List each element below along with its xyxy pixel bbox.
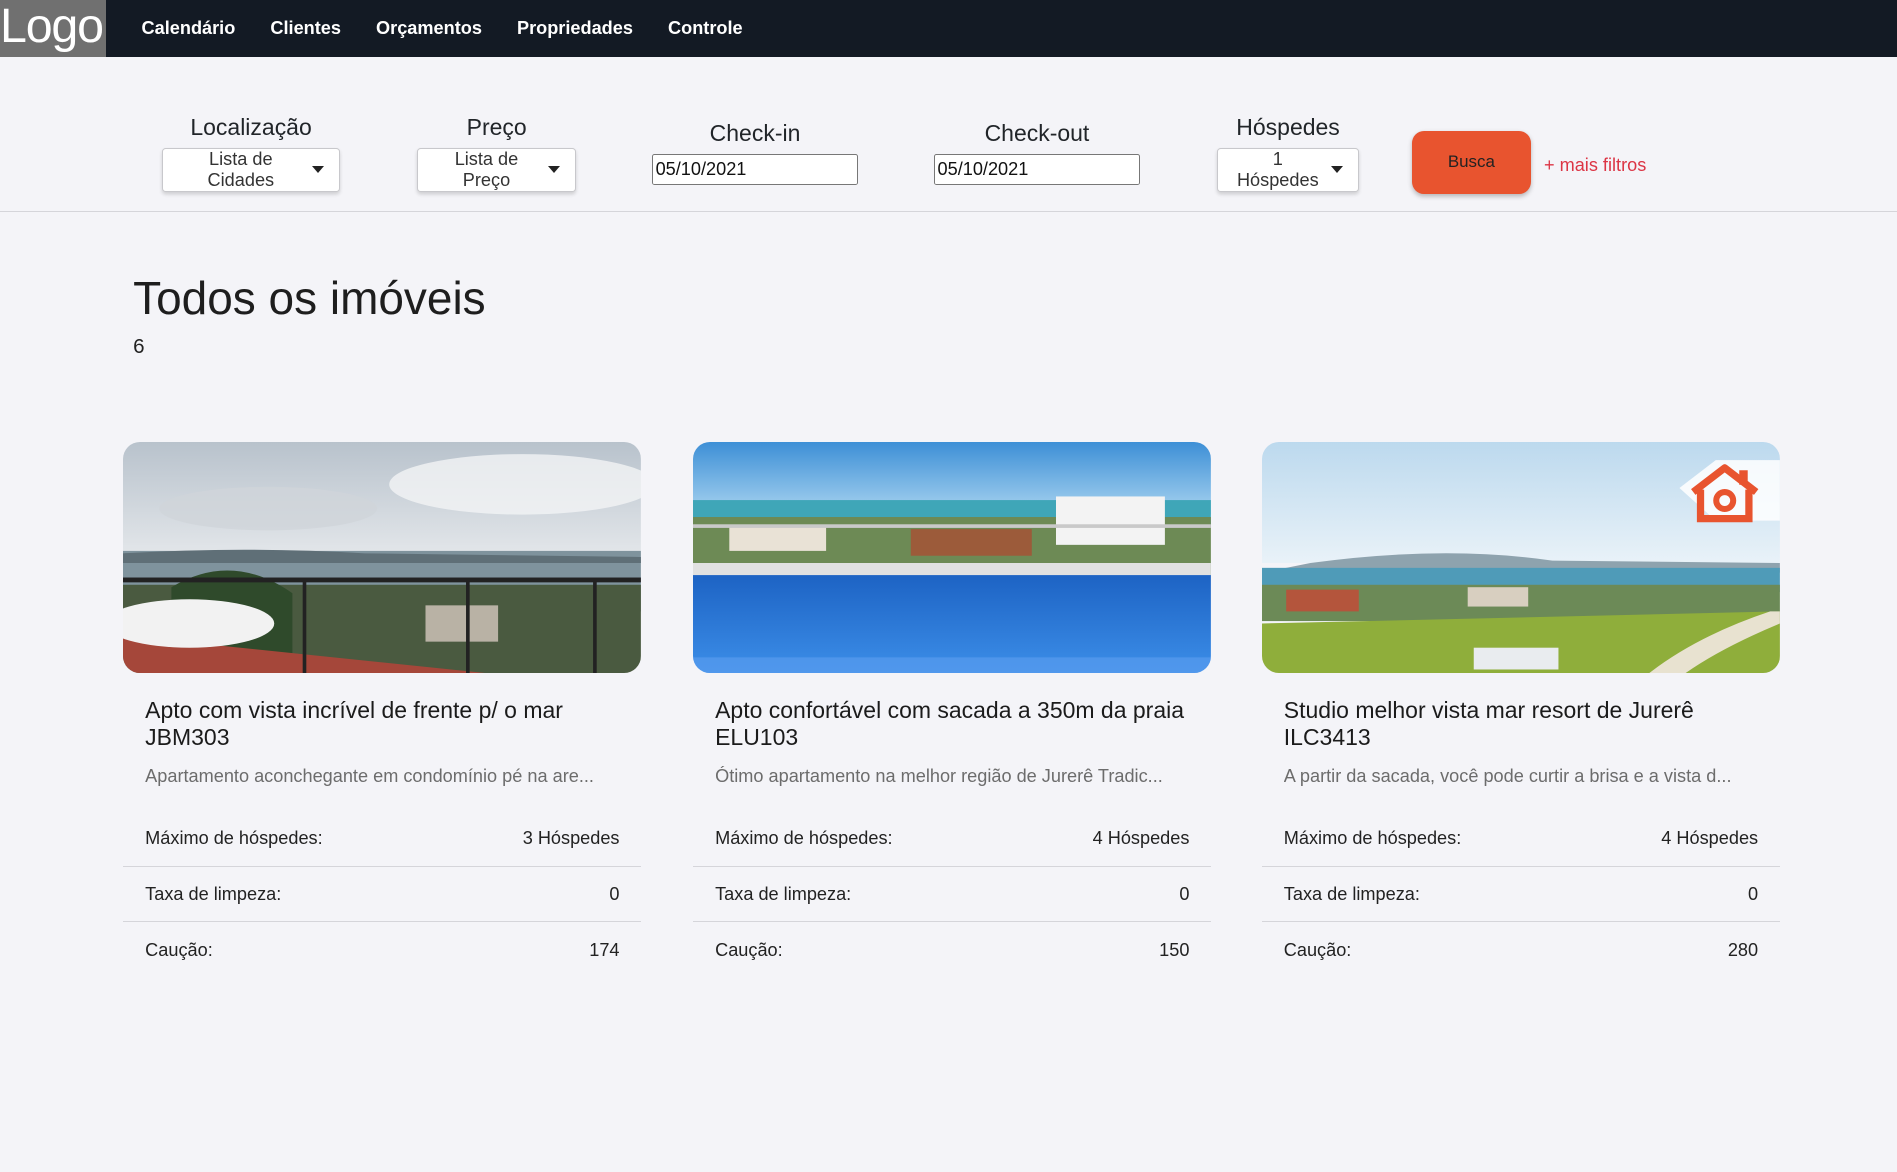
price-dropdown-value: Lista de Preço bbox=[454, 148, 519, 190]
detail-value: 0 bbox=[609, 883, 620, 904]
nav-link-clientes[interactable]: Clientes bbox=[270, 18, 341, 39]
nav-link-controle[interactable]: Controle bbox=[668, 18, 743, 39]
location-dropdown-value: Lista de Cidades bbox=[207, 148, 275, 190]
detail-row-cleaning: Taxa de limpeza: 0 bbox=[1262, 867, 1780, 923]
property-description: Apartamento aconchegante em condomínio p… bbox=[145, 765, 594, 786]
detail-label: Taxa de limpeza: bbox=[1283, 883, 1420, 904]
detail-label: Taxa de limpeza: bbox=[145, 883, 282, 904]
property-count: 6 bbox=[133, 335, 145, 359]
detail-value: 174 bbox=[589, 939, 620, 960]
detail-value: 4 Hóspedes bbox=[1661, 827, 1759, 848]
detail-label: Máximo de hóspedes: bbox=[715, 827, 893, 848]
property-description: A partir da sacada, você pode curtir a b… bbox=[1283, 765, 1732, 786]
property-title[interactable]: Apto com vista incrível de frente p/ o m… bbox=[145, 697, 619, 750]
detail-value: 0 bbox=[1748, 883, 1759, 904]
top-navbar: Logo Calendário Clientes Orçamentos Prop… bbox=[0, 0, 1897, 57]
property-title[interactable]: Apto confortável com sacada a 350m da pr… bbox=[715, 697, 1189, 750]
price-label: Preço bbox=[466, 113, 527, 140]
guests-dropdown-value: 1 Hóspedes bbox=[1236, 148, 1319, 190]
detail-row-cleaning: Taxa de limpeza: 0 bbox=[693, 867, 1212, 923]
property-photo[interactable] bbox=[123, 441, 642, 673]
detail-value: 0 bbox=[1179, 883, 1190, 904]
price-dropdown[interactable]: Lista de Preço bbox=[417, 147, 576, 192]
detail-row-max-guests: Máximo de hóspedes: 4 Hóspedes bbox=[693, 811, 1212, 867]
property-card[interactable]: Apto com vista incrível de frente p/ o m… bbox=[123, 441, 642, 978]
detail-row-cleaning: Taxa de limpeza: 0 bbox=[123, 867, 642, 923]
logo[interactable]: Logo bbox=[0, 0, 107, 57]
detail-row-deposit: Caução: 280 bbox=[1262, 922, 1780, 978]
checkin-label: Check-in bbox=[709, 119, 801, 146]
checkout-input[interactable] bbox=[934, 154, 1140, 186]
property-details: Máximo de hóspedes: 4 Hóspedes Taxa de l… bbox=[693, 811, 1212, 978]
nav-link-orcamentos[interactable]: Orçamentos bbox=[376, 18, 482, 39]
location-label: Localização bbox=[190, 113, 312, 140]
checkout-filter: Check-out bbox=[934, 120, 1140, 186]
caret-down-icon bbox=[312, 166, 325, 173]
detail-value: 3 Hóspedes bbox=[522, 827, 620, 848]
property-description: Ótimo apartamento na melhor região de Ju… bbox=[715, 765, 1163, 786]
detail-label: Caução: bbox=[145, 939, 213, 960]
guests-dropdown[interactable]: 1 Hóspedes bbox=[1217, 147, 1359, 192]
property-details: Máximo de hóspedes: 3 Hóspedes Taxa de l… bbox=[123, 811, 642, 978]
detail-value: 280 bbox=[1727, 939, 1759, 960]
property-photo[interactable] bbox=[693, 441, 1212, 673]
detail-value: 4 Hóspedes bbox=[1092, 827, 1190, 848]
detail-row-deposit: Caução: 174 bbox=[123, 922, 641, 978]
detail-row-max-guests: Máximo de hóspedes: 3 Hóspedes bbox=[123, 811, 642, 867]
filter-bar: Localização Lista de Cidades Preço Lista… bbox=[0, 57, 1897, 212]
location-dropdown[interactable]: Lista de Cidades bbox=[162, 147, 340, 192]
caret-down-icon bbox=[548, 166, 561, 173]
checkin-filter: Check-in bbox=[652, 120, 858, 186]
property-details: Máximo de hóspedes: 4 Hóspedes Taxa de l… bbox=[1262, 811, 1780, 978]
detail-label: Caução: bbox=[715, 939, 783, 960]
detail-label: Máximo de hóspedes: bbox=[1283, 827, 1462, 848]
page-title: Todos os imóveis bbox=[133, 272, 486, 325]
nav-link-calendario[interactable]: Calendário bbox=[142, 18, 236, 39]
checkout-label: Check-out bbox=[984, 119, 1090, 146]
detail-label: Máximo de hóspedes: bbox=[145, 827, 323, 848]
detail-value: 150 bbox=[1159, 939, 1190, 960]
detail-row-deposit: Caução: 150 bbox=[693, 922, 1211, 978]
search-button[interactable]: Busca bbox=[1412, 130, 1531, 194]
detail-row-max-guests: Máximo de hóspedes: 4 Hóspedes bbox=[1262, 811, 1780, 867]
detail-label: Taxa de limpeza: bbox=[715, 883, 852, 904]
guests-label: Hóspedes bbox=[1236, 113, 1340, 140]
property-card[interactable]: Apto confortável com sacada a 350m da pr… bbox=[693, 441, 1212, 978]
nav-link-propriedades[interactable]: Propriedades bbox=[517, 18, 633, 39]
property-card[interactable]: Studio melhor vista mar resort de Jurerê… bbox=[1262, 441, 1780, 978]
property-photo[interactable] bbox=[1262, 441, 1780, 673]
guests-filter: Hóspedes 1 Hóspedes bbox=[1217, 114, 1359, 192]
location-filter: Localização Lista de Cidades bbox=[162, 114, 340, 192]
checkin-input[interactable] bbox=[652, 154, 858, 186]
property-title[interactable]: Studio melhor vista mar resort de Jurerê… bbox=[1284, 697, 1758, 750]
detail-label: Caução: bbox=[1283, 939, 1352, 960]
home-icon bbox=[1690, 464, 1758, 523]
more-filters-link[interactable]: + mais filtros bbox=[1544, 155, 1646, 176]
caret-down-icon bbox=[1331, 166, 1344, 173]
price-filter: Preço Lista de Preço bbox=[417, 114, 576, 192]
